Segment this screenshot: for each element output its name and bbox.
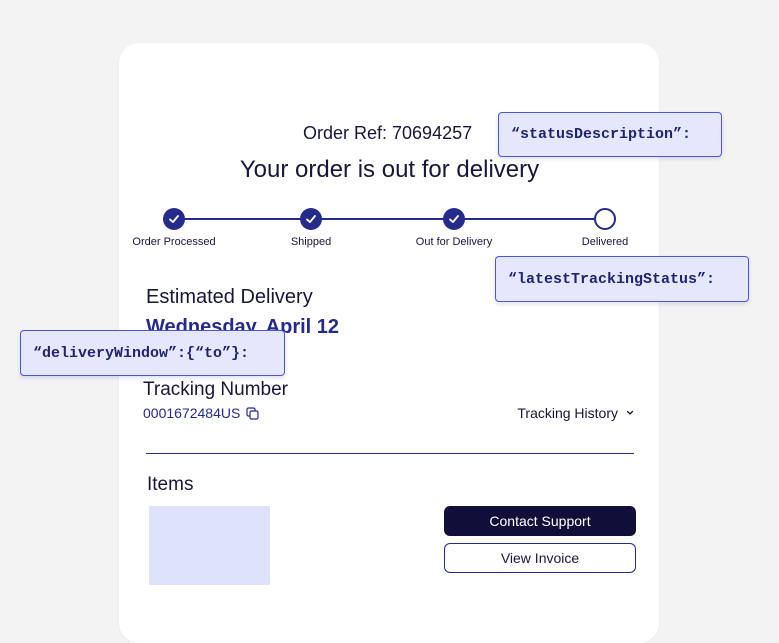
item-image-placeholder xyxy=(149,506,270,585)
annotation-latest-tracking-status: “latestTrackingStatus”: xyxy=(495,256,749,302)
step-order-processed-dot xyxy=(163,208,185,230)
items-title: Items xyxy=(147,474,194,495)
step-label-order-processed: Order Processed xyxy=(132,236,216,248)
annotation-latest-tracking-status-text: “latestTrackingStatus”: xyxy=(508,270,716,288)
order-ref: Order Ref: 70694257 xyxy=(303,123,473,143)
chevron-down-icon xyxy=(626,410,634,415)
step-label-shipped: Shipped xyxy=(290,236,332,248)
tracking-number-value: 0001672484US xyxy=(143,405,241,421)
step-label-delivered: Delivered xyxy=(581,236,629,248)
check-icon xyxy=(306,215,316,223)
tracking-history-toggle[interactable]: Tracking History xyxy=(517,405,634,421)
tracking-number-title: Tracking Number xyxy=(143,379,289,400)
annotation-delivery-window-to: “deliveryWindow”:{“to”}: xyxy=(20,330,285,376)
annotation-delivery-window-to-text: “deliveryWindow”:{“to”}: xyxy=(33,344,250,362)
step-shipped-dot xyxy=(300,208,322,230)
annotation-status-description: “statusDescription”: xyxy=(498,112,722,157)
step-label-out-for-delivery: Out for Delivery xyxy=(415,236,493,248)
contact-support-button[interactable]: Contact Support xyxy=(444,506,636,536)
estimated-delivery-title: Estimated Delivery xyxy=(146,286,313,308)
tracking-history-label: Tracking History xyxy=(517,405,618,421)
check-icon xyxy=(449,215,459,223)
annotation-status-description-text: “statusDescription”: xyxy=(511,126,692,143)
step-out-for-delivery-dot xyxy=(443,208,465,230)
status-headline: Your order is out for delivery xyxy=(239,156,540,183)
tracking-number: 0001672484US xyxy=(143,405,259,421)
check-icon xyxy=(169,215,179,223)
copy-icon[interactable] xyxy=(246,406,259,420)
step-delivered-dot xyxy=(594,208,616,230)
section-divider xyxy=(146,453,634,454)
view-invoice-button[interactable]: View Invoice xyxy=(444,543,636,573)
progress-track xyxy=(174,218,604,220)
